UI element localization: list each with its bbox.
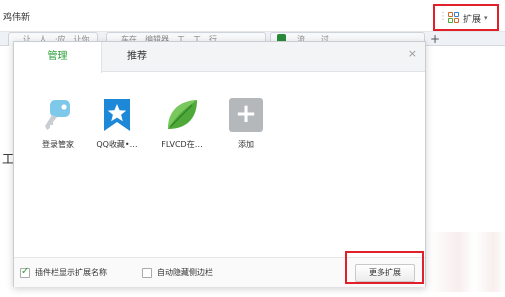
new-tab-button[interactable]: + (429, 33, 441, 45)
browser-toolbar: 鸡伟新 (0, 0, 505, 32)
extension-name: FLVCD在… (161, 140, 203, 149)
popup-tab-bar: 管理 推荐 × (14, 42, 425, 73)
tab-recommend[interactable]: 推荐 (102, 42, 172, 72)
auto-hide-option[interactable]: 自动隐藏侧边栏 (142, 267, 213, 278)
show-names-option[interactable]: 插件栏显示扩展名称 (20, 266, 107, 278)
watermark-fade (428, 232, 505, 292)
extension-flvcd[interactable]: FLVCD在… (151, 98, 213, 150)
more-extensions-button[interactable]: 更多扩展 (355, 264, 415, 282)
auto-hide-checkbox[interactable] (142, 267, 152, 278)
extension-qq-bookmarks[interactable]: QQ收藏•… (86, 98, 148, 150)
show-names-checkbox[interactable] (20, 266, 30, 278)
extensions-button[interactable]: 扩展 ▾ (444, 7, 497, 29)
show-names-label: 插件栏显示扩展名称 (35, 268, 107, 277)
tab-manage[interactable]: 管理 (14, 42, 102, 73)
extensions-label: 扩展 (463, 14, 482, 25)
key-icon (41, 98, 75, 132)
add-icon: + (229, 98, 263, 132)
extension-name: QQ收藏•… (96, 140, 138, 149)
extensions-popup: 管理 推荐 × 登录管家 QQ收藏•… FLVCD在… + 添加 ✓ 插件栏显示… (13, 41, 426, 287)
page-title: 鸡伟新 (3, 13, 31, 23)
popup-footer: 插件栏显示扩展名称 自动隐藏侧边栏 更多扩展 (14, 257, 425, 287)
leaf-icon (165, 98, 199, 132)
extensions-grid-icon (448, 12, 460, 24)
extension-login-manager[interactable]: 登录管家 (27, 98, 89, 150)
chevron-down-icon[interactable]: ▾ (484, 14, 488, 22)
extension-name: 添加 (238, 140, 254, 149)
close-icon[interactable]: × (408, 48, 417, 59)
bookmark-star-icon (100, 98, 134, 132)
extension-name: 登录管家 (42, 140, 74, 149)
auto-hide-label: 自动隐藏侧边栏 (157, 268, 213, 277)
add-extension-button[interactable]: + 添加 (215, 98, 277, 150)
